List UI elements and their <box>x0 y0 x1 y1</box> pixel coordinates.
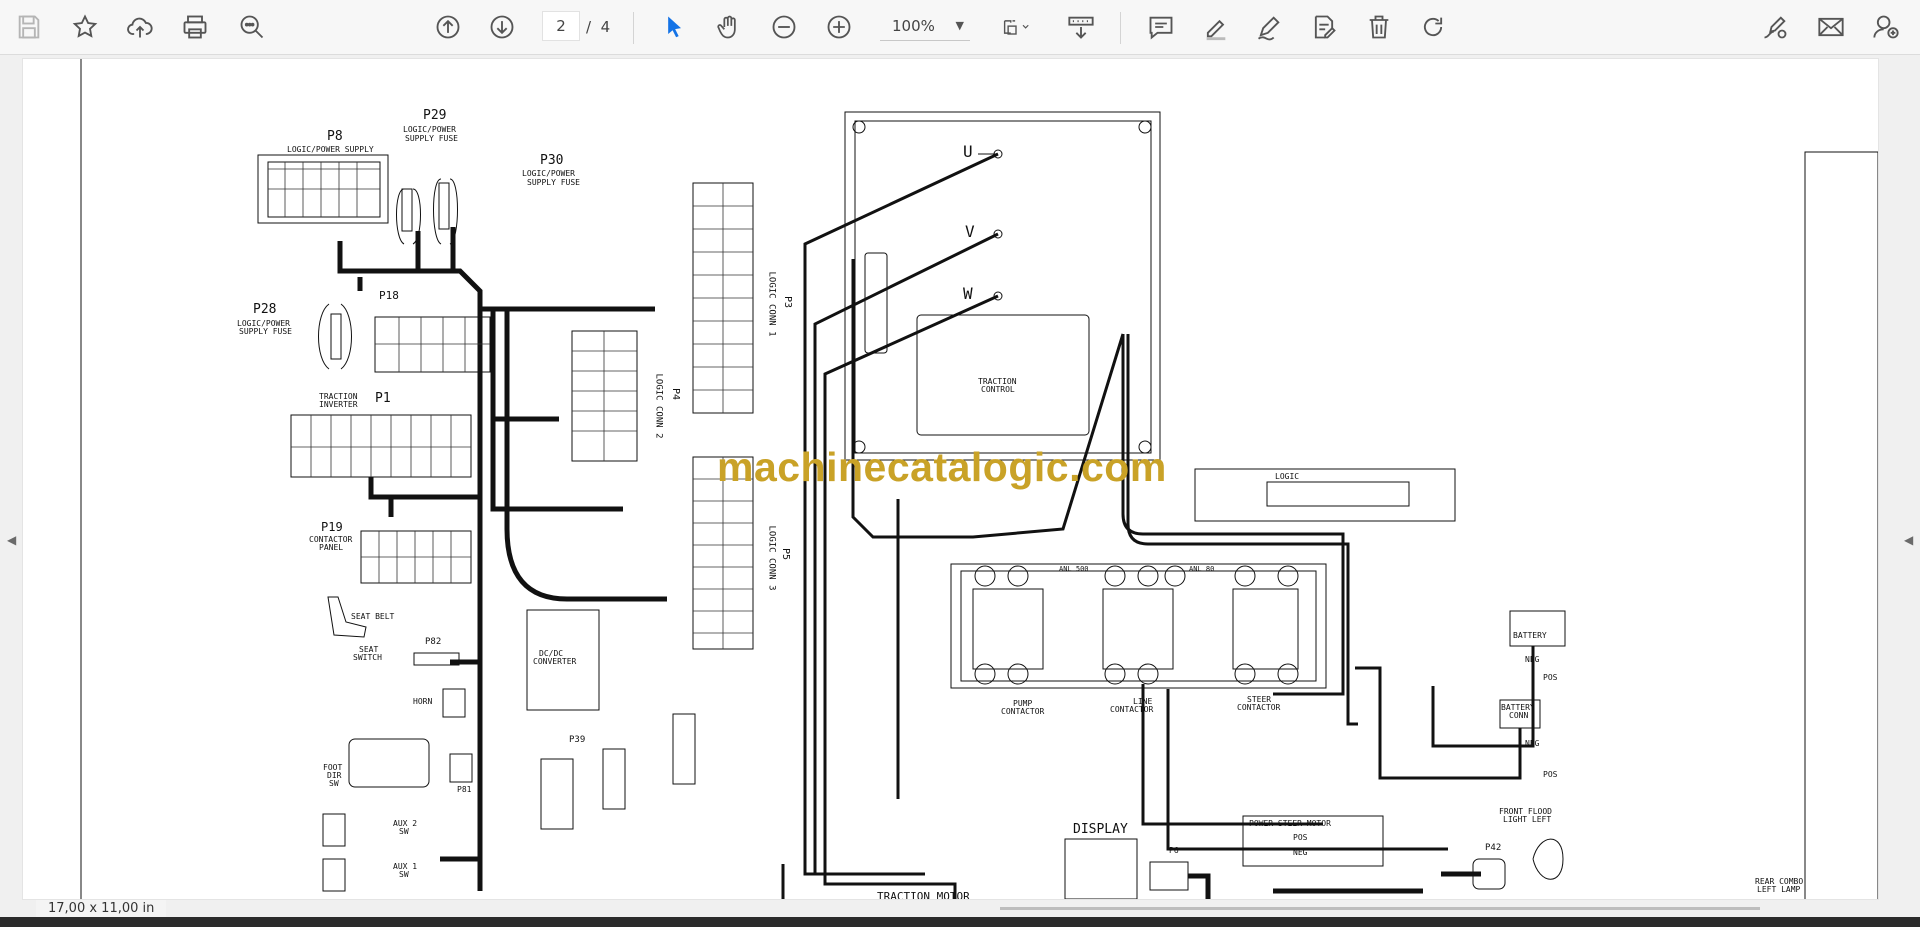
p28-label: P28 <box>253 302 277 317</box>
page-separator: / <box>586 18 592 36</box>
previous-page-icon[interactable] <box>429 9 467 45</box>
page-fit-icon[interactable] <box>990 9 1042 45</box>
p3-label: P3 <box>782 295 794 309</box>
scroll-mode-icon[interactable] <box>1062 9 1100 45</box>
p8-label: P8 <box>327 129 343 144</box>
highlight-pen-icon[interactable] <box>1197 9 1235 45</box>
horn-label: HORN <box>413 697 433 706</box>
steer-contactor-label-2: CONTACTOR <box>1237 703 1281 712</box>
p5-description: LOGIC CONN 3 <box>766 525 777 591</box>
conn-pos-label: POS <box>1543 770 1558 779</box>
hand-tool-icon[interactable] <box>710 9 748 45</box>
toolbar-divider <box>633 12 634 44</box>
watermark: machinecatalogic.com <box>717 444 1167 490</box>
email-icon[interactable] <box>1812 9 1850 45</box>
sign-pen-icon[interactable] <box>1756 9 1794 45</box>
comment-icon[interactable] <box>1142 9 1180 45</box>
line-contactor-label-2: CONTACTOR <box>1110 705 1154 714</box>
zoom-value: 100% <box>892 17 935 35</box>
dcdc-label-2: CONVERTER <box>533 657 577 666</box>
toolbar-divider <box>1120 12 1121 44</box>
cloud-upload-icon[interactable] <box>121 9 159 45</box>
zoom-in-icon[interactable] <box>820 9 858 45</box>
traction-control-label-2: CONTROL <box>981 385 1015 394</box>
p1-description-2: INVERTER <box>319 400 358 409</box>
logic-label: LOGIC <box>1275 472 1300 481</box>
traction-motor-label: TRACTION MOTOR <box>877 890 970 900</box>
toolbar: 2 / 4 100% ▼ <box>0 0 1920 55</box>
page-number-input[interactable]: 2 <box>542 11 580 41</box>
p29-label: P29 <box>423 108 447 123</box>
bookmark-star-icon[interactable] <box>66 9 104 45</box>
battery-conn-label-2: CONN <box>1509 711 1529 720</box>
zoom-search-icon[interactable] <box>233 9 271 45</box>
save-icon[interactable] <box>10 9 48 45</box>
horizontal-scrollbar[interactable] <box>1000 907 1760 910</box>
battery-pos-label: POS <box>1543 673 1558 682</box>
aux2-sw-label: SW <box>399 827 409 836</box>
print-icon[interactable] <box>176 9 214 45</box>
p1-label: P1 <box>375 391 391 406</box>
p5-label: P5 <box>780 547 792 561</box>
p81-label: P81 <box>457 785 472 794</box>
display-label: DISPLAY <box>1073 822 1128 837</box>
total-pages: 4 <box>600 18 611 36</box>
p29-description-2: SUPPLY FUSE <box>405 134 458 143</box>
seat-switch-label-2: SWITCH <box>353 653 382 662</box>
select-cursor-icon[interactable] <box>655 9 693 45</box>
foot-dir-label-3: SW <box>329 779 339 788</box>
p8-description: LOGIC/POWER SUPPLY <box>287 145 374 154</box>
anl500-label: ANL 500 <box>1059 565 1089 573</box>
p19-description-2: PANEL <box>319 543 344 552</box>
document-viewer[interactable]: ◀ ◀ P8 LOGIC/POWER SUPPLY P29 LOGIC/POWE… <box>0 55 1920 927</box>
p6-label: P6 <box>1169 846 1179 855</box>
aux1-sw-label: SW <box>399 870 409 879</box>
p4-description: LOGIC CONN 2 <box>653 373 664 439</box>
front-flood-label-2: LIGHT LEFT <box>1503 815 1552 824</box>
motor-phase-u-label: U <box>963 142 973 161</box>
steer-motor-neg-label: NEG <box>1293 848 1308 857</box>
seat-belt-label: SEAT BELT <box>351 612 395 621</box>
steer-motor-pos-label: POS <box>1293 833 1308 842</box>
redo-icon[interactable] <box>1414 9 1452 45</box>
anl80-label: ANL 80 <box>1189 565 1215 573</box>
p42-label: P42 <box>1485 843 1502 853</box>
pump-contactor-label-2: CONTACTOR <box>1001 707 1045 716</box>
zoom-out-icon[interactable] <box>765 9 803 45</box>
p3-description: LOGIC CONN 1 <box>766 271 777 337</box>
battery-label: BATTERY <box>1513 631 1547 640</box>
rear-combo-label-2: LEFT LAMP <box>1757 885 1801 894</box>
p19-label: P19 <box>321 520 343 534</box>
battery-neg-label: NEG <box>1525 655 1540 664</box>
p30-label: P30 <box>540 153 564 168</box>
zoom-dropdown[interactable]: 100% ▼ <box>880 11 970 41</box>
page-count: / 4 <box>586 18 610 36</box>
draw-pen-icon[interactable] <box>1250 9 1288 45</box>
p82-label: P82 <box>425 637 442 647</box>
delete-trash-icon[interactable] <box>1360 9 1398 45</box>
p28-description-2: SUPPLY FUSE <box>239 327 292 336</box>
right-panel-toggle-icon[interactable]: ◀ <box>1904 533 1913 547</box>
p18-label: P18 <box>379 289 399 302</box>
p4-label: P4 <box>670 387 682 401</box>
conn-neg-label: NEG <box>1525 739 1540 748</box>
taskbar-strip <box>0 917 1920 927</box>
motor-phase-v-label: V <box>965 222 975 241</box>
chevron-down-icon: ▼ <box>955 19 964 32</box>
stamp-edit-icon[interactable] <box>1305 9 1343 45</box>
p30-description-2: SUPPLY FUSE <box>527 178 580 187</box>
motor-phase-w-label: W <box>963 284 973 303</box>
p39-label: P39 <box>569 735 586 745</box>
next-page-icon[interactable] <box>483 9 521 45</box>
power-steer-motor-label: POWER STEER MOTOR <box>1249 819 1331 828</box>
add-user-icon[interactable] <box>1867 9 1905 45</box>
left-panel-toggle-icon[interactable]: ◀ <box>7 533 16 547</box>
